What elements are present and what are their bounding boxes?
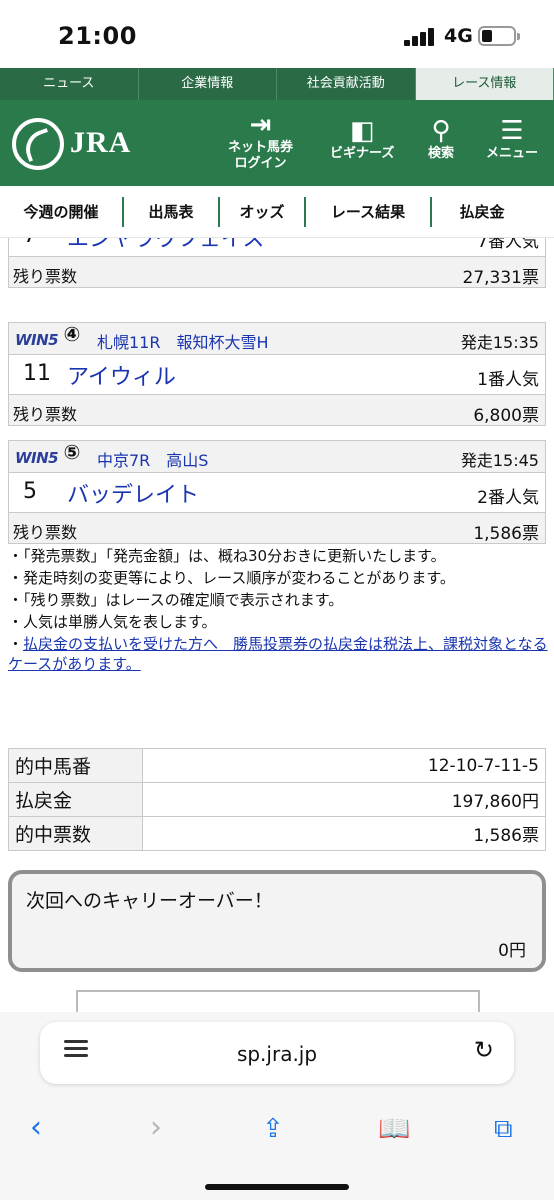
- race-header: WIN5 ④ 札幌11R 報知杯大雪H 発走15:35: [9, 323, 545, 355]
- sub-nav: 今週の開催 出馬表 オッズ レース結果 払戻金: [0, 186, 554, 238]
- start-time: 発走15:45: [460, 451, 539, 470]
- topnav-news[interactable]: ニュース: [0, 68, 139, 100]
- back-icon[interactable]: ‹: [30, 1110, 42, 1145]
- remaining-value: 6,800票: [473, 406, 539, 426]
- result-table: 的中馬番 12-10-7-11-5 払戻金 197,860円 的中票数 1,58…: [8, 748, 546, 851]
- race-horse-row: 5 バッデレイト 2番人気: [9, 473, 545, 513]
- remaining-label: 残り票数: [13, 405, 78, 424]
- tabs-icon[interactable]: ⧉: [494, 1114, 513, 1145]
- beginners-label: ビギナーズ: [330, 146, 395, 161]
- win5-logo-icon: WIN5: [15, 449, 59, 467]
- result-value: 12-10-7-11-5: [142, 748, 546, 783]
- tax-notice-link[interactable]: 払戻金の支払いを受けた方へ 勝馬投票券の払戻金は税法上、課税対象となるケースがあ…: [8, 635, 548, 673]
- top-nav: ニュース 企業情報 社会貢献活動 レース情報: [0, 68, 554, 100]
- result-value: 197,860円: [142, 782, 546, 817]
- subnav-this-week[interactable]: 今週の開催: [0, 196, 124, 227]
- note-item: ・「発売票数」「発売金額」は、概ね30分おきに更新いたします。: [8, 547, 446, 565]
- horse-name[interactable]: エンヤラヴフェイス: [67, 238, 264, 253]
- carryover-title: 次回へのキャリーオーバー！: [26, 890, 273, 912]
- popularity: 7番人気: [477, 238, 539, 252]
- net-login-button[interactable]: ⇥ ネット馬券 ログイン: [228, 110, 293, 172]
- beginners-button[interactable]: ◧ ビギナーズ: [330, 116, 394, 162]
- note-link-item: ・払戻金の支払いを受けた方へ 勝馬投票券の払戻金は税法上、課税対象となるケースが…: [8, 635, 548, 673]
- next-section-peek: [76, 990, 480, 1012]
- horse-number: 7: [23, 238, 37, 248]
- share-icon[interactable]: ⇪: [262, 1114, 284, 1144]
- horse-number: 5: [23, 479, 37, 504]
- carryover-box: 次回へのキャリーオーバー！ 0円: [8, 870, 546, 972]
- remaining-row: 残り票数 6,800票: [9, 395, 545, 426]
- horse-number: 11: [23, 361, 51, 386]
- note-item: ・「残り票数」はレースの確定順で表示されます。: [8, 591, 344, 609]
- signal-icon: [404, 28, 438, 46]
- browser-url-area: sp.jra.jp ↻: [0, 1012, 554, 1102]
- race-name[interactable]: 札幌11R 報知杯大雪H: [97, 329, 269, 353]
- table-row: 的中票数 1,586票: [8, 816, 546, 851]
- horse-name[interactable]: バッデレイト: [67, 477, 199, 509]
- status-bar: 21:00 4G: [0, 0, 554, 68]
- race-index: ④: [63, 322, 81, 346]
- race-header: WIN5 ⑤ 中京7R 高山S 発走15:45: [9, 441, 545, 473]
- topnav-company[interactable]: 企業情報: [139, 68, 277, 100]
- clock: 21:00: [58, 22, 137, 50]
- race-name[interactable]: 中京7R 高山S: [97, 447, 208, 471]
- race-horse-row: 11 アイウィル 1番人気: [9, 355, 545, 395]
- menu-label: メニュー: [486, 146, 539, 161]
- menu-icon: ☰: [500, 116, 524, 146]
- home-indicator: [205, 1184, 349, 1190]
- race-card-4: WIN5 ④ 札幌11R 報知杯大雪H 発走15:35 11 アイウィル 1番人…: [8, 322, 546, 426]
- search-label: 検索: [428, 146, 455, 161]
- site-header: JRA ⇥ ネット馬券 ログイン ◧ ビギナーズ ⚲ 検索 ☰ メニュー: [0, 100, 554, 186]
- battery-icon: [478, 26, 520, 46]
- table-row: 的中馬番 12-10-7-11-5: [8, 748, 546, 783]
- login-icon: ⇥: [249, 110, 272, 140]
- result-key: 的中票数: [8, 816, 143, 851]
- result-key: 払戻金: [8, 782, 143, 817]
- horse-name[interactable]: アイウィル: [67, 359, 176, 391]
- note-item: ・発走時刻の変更等により、レース順序が変わることがあります。: [8, 569, 455, 587]
- remaining-row: 残り票数 27,331票: [9, 257, 545, 288]
- result-key: 的中馬番: [8, 748, 143, 783]
- win5-logo-icon: WIN5: [15, 331, 59, 349]
- subnav-entries[interactable]: 出馬表: [124, 196, 220, 227]
- remaining-row: 残り票数 1,586票: [9, 513, 545, 544]
- beginner-icon: ◧: [349, 116, 375, 146]
- jra-logo-icon[interactable]: [12, 118, 64, 170]
- subnav-results[interactable]: レース結果: [306, 196, 432, 227]
- main-content: 7 エンヤラヴフェイス 7番人気 残り票数 27,331票 WIN5 ④ 札幌1…: [0, 238, 554, 1012]
- remaining-value: 1,586票: [473, 524, 539, 544]
- net-login-label-1: ネット馬券: [228, 140, 294, 155]
- subnav-odds[interactable]: オッズ: [220, 196, 306, 227]
- result-value: 1,586票: [142, 816, 546, 851]
- remaining-label: 残り票数: [13, 267, 78, 286]
- subnav-payouts[interactable]: 払戻金: [432, 197, 532, 227]
- logo-text[interactable]: JRA: [70, 126, 131, 160]
- notes: ・「発売票数」「発売金額」は、概ね30分おきに更新いたします。 ・発走時刻の変更…: [8, 546, 548, 676]
- table-row: 払戻金 197,860円: [8, 782, 546, 817]
- address-bar[interactable]: sp.jra.jp ↻: [40, 1022, 514, 1084]
- race-card-5: WIN5 ⑤ 中京7R 高山S 発走15:45 5 バッデレイト 2番人気 残り…: [8, 440, 546, 544]
- popularity: 2番人気: [477, 488, 539, 508]
- popularity: 1番人気: [477, 370, 539, 390]
- reload-icon[interactable]: ↻: [474, 1036, 494, 1064]
- network-label: 4G: [444, 25, 473, 47]
- search-icon: ⚲: [431, 116, 451, 146]
- forward-icon[interactable]: ›: [150, 1110, 162, 1145]
- carryover-value: 0円: [498, 941, 526, 961]
- remaining-value: 27,331票: [462, 268, 539, 288]
- remaining-label: 残り票数: [13, 523, 78, 542]
- search-button[interactable]: ⚲ 検索: [428, 116, 454, 162]
- start-time: 発走15:35: [460, 333, 539, 352]
- url-text[interactable]: sp.jra.jp: [40, 1042, 514, 1066]
- topnav-race-info[interactable]: レース情報: [415, 68, 554, 100]
- net-login-label-2: ログイン: [234, 156, 287, 171]
- note-item: ・人気は単勝人気を表します。: [8, 613, 217, 631]
- topnav-csr[interactable]: 社会貢献活動: [277, 68, 416, 100]
- race-horse-row: 7 エンヤラヴフェイス 7番人気: [9, 238, 545, 257]
- bookmarks-icon[interactable]: 📖: [378, 1114, 410, 1144]
- race-card-3: 7 エンヤラヴフェイス 7番人気 残り票数 27,331票: [8, 238, 546, 288]
- race-index: ⑤: [63, 440, 81, 464]
- menu-button[interactable]: ☰ メニュー: [486, 116, 538, 162]
